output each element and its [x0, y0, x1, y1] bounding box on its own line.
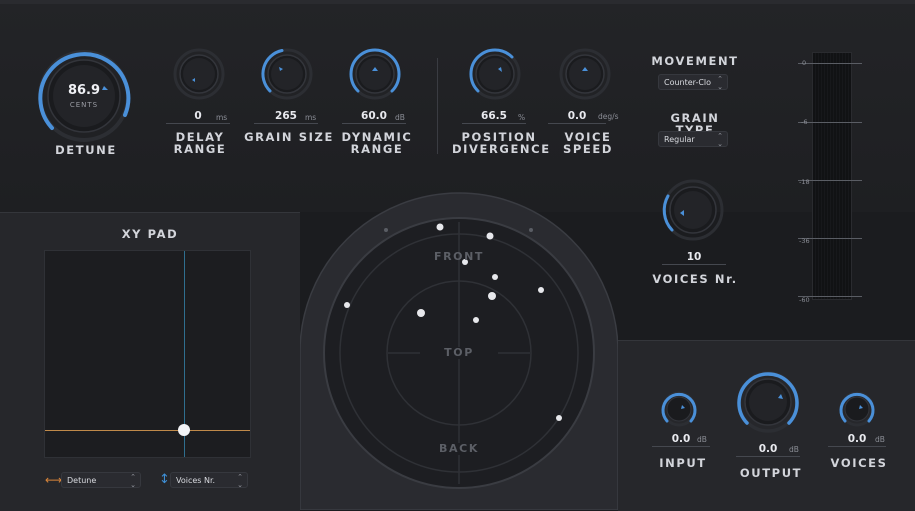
voice-dot: [492, 274, 498, 280]
delay-range-label-2: RANGE: [173, 142, 227, 156]
voice-dot: [344, 302, 350, 308]
xy-x-param-selected: Detune: [67, 476, 97, 485]
grain-size-label: GRAIN SIZE: [244, 130, 334, 144]
voice-dot: [417, 309, 425, 317]
voices-gain-label: VOICES: [830, 456, 888, 470]
movement-label: MOVEMENT: [651, 54, 739, 68]
xy-pad[interactable]: [44, 250, 251, 458]
grain-size-knob[interactable]: [260, 47, 314, 101]
voice-speed-label-2: SPEED: [563, 142, 613, 156]
dropdown-arrows-icon: ⌃ ⌄: [237, 473, 243, 489]
movement-dropdown[interactable]: Counter-Clo ⌃ ⌄: [658, 74, 728, 91]
dynamic-range-knob[interactable]: [348, 47, 402, 101]
horizontal-arrow-icon: ⟷: [45, 473, 63, 487]
voices-nr-label: VOICES Nr.: [652, 272, 738, 286]
delay-range-unit: ms: [216, 113, 228, 122]
voices-gain-unit: dB: [875, 435, 885, 444]
xy-y-param-dropdown[interactable]: Voices Nr. ⌃ ⌄: [170, 472, 248, 489]
vertical-arrow-icon: ↕: [159, 472, 170, 487]
meter-tick: [798, 122, 862, 123]
meter-scale-18: -18: [799, 178, 810, 186]
meter-scale-36: -36: [799, 237, 810, 245]
knob-group-divider: [437, 58, 438, 154]
dropdown-arrows-icon: ⌃ ⌄: [130, 473, 136, 489]
window-top-edge: [0, 0, 915, 4]
voices-nr-value[interactable]: 10: [662, 250, 726, 265]
input-gain-unit: dB: [697, 435, 707, 444]
meter-scale-0: 0: [802, 59, 807, 67]
output-gain-label: OUTPUT: [739, 466, 803, 480]
position-divergence-label-2: DIVERGENCE: [452, 142, 551, 156]
voice-dot: [488, 292, 496, 300]
xy-pad-title: XY PAD: [121, 227, 179, 241]
dropdown-arrows-icon: ⌃ ⌄: [717, 75, 723, 91]
position-divergence-knob[interactable]: [468, 47, 522, 101]
xy-pad-handle[interactable]: [178, 424, 190, 436]
xy-crosshair-horizontal: [45, 430, 250, 431]
grain-type-selected: Regular: [664, 135, 695, 144]
spatial-back-label: BACK: [420, 443, 498, 455]
detune-value: 86.9: [67, 83, 101, 98]
xy-y-param-selected: Voices Nr.: [176, 476, 216, 485]
voice-dot: [538, 287, 544, 293]
position-divergence-value[interactable]: 66.5: [462, 109, 526, 124]
detune-label: DETUNE: [55, 143, 117, 157]
input-gain-knob[interactable]: [660, 390, 698, 428]
voices-nr-knob[interactable]: [658, 178, 728, 242]
spatial-top-label: TOP: [420, 347, 498, 359]
voice-dot: [486, 232, 494, 240]
grain-size-unit: ms: [305, 113, 317, 122]
output-gain-unit: dB: [789, 445, 799, 454]
dynamic-range-unit: dB: [395, 113, 405, 122]
input-gain-label: INPUT: [659, 456, 707, 470]
voice-dot: [473, 317, 479, 323]
detune-unit: CENTS: [69, 101, 99, 109]
grain-type-dropdown[interactable]: Regular ⌃ ⌄: [658, 131, 728, 148]
meter-scale-6: -6: [801, 118, 808, 126]
level-meter: [812, 52, 852, 300]
output-gain-knob[interactable]: [734, 370, 802, 434]
meter-tick: [798, 63, 862, 64]
top-controls-panel: [0, 0, 915, 212]
voices-gain-knob[interactable]: [838, 390, 876, 428]
voice-speed-knob[interactable]: [558, 47, 612, 101]
voice-speed-unit: deg/s: [598, 112, 619, 121]
delay-range-knob[interactable]: [172, 47, 226, 101]
xy-x-param-dropdown[interactable]: Detune ⌃ ⌄: [61, 472, 141, 489]
dynamic-range-label-2: RANGE: [350, 142, 404, 156]
position-divergence-unit: %: [518, 113, 526, 122]
dropdown-arrows-icon: ⌃ ⌄: [717, 132, 723, 148]
meter-scale-60: -60: [799, 296, 810, 304]
spatial-front-label: FRONT: [433, 250, 485, 263]
movement-selected: Counter-Clo: [664, 78, 712, 87]
voice-dot: [556, 415, 562, 421]
voice-dot: [436, 223, 444, 231]
